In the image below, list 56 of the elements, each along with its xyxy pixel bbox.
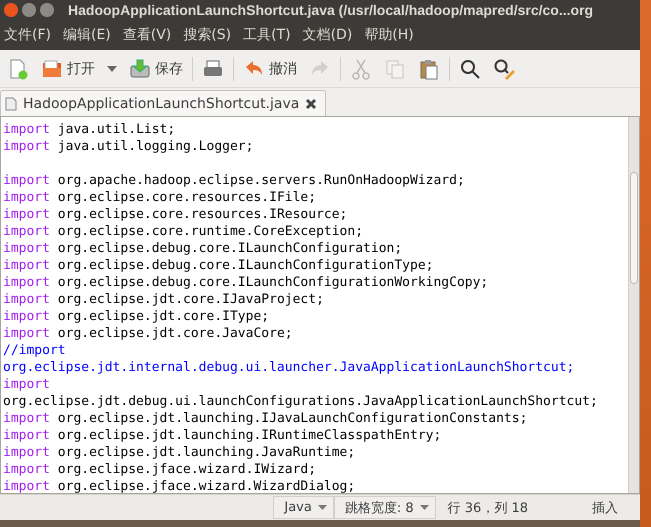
code-line: import java.util.logging.Logger; [3,138,254,155]
folder-icon [41,58,63,80]
open-menu-button[interactable] [104,64,120,74]
undo-button[interactable]: 撤消 [240,56,300,82]
tab-label: HadoopApplicationLaunchShortcut.java [23,96,300,112]
code-line: import java.util.List; [3,121,176,138]
scissors-icon [350,58,372,80]
scrollbar[interactable] [628,117,639,493]
window-title: HadoopApplicationLaunchShortcut.java (/usr/local/hadoop/mapred/src/co...org [68,2,594,18]
cursor-position: 行 36，列 18 [446,500,529,516]
save-button[interactable]: 保存 [126,56,186,82]
code-line: import org.eclipse.debug.core.ILaunchConfigurationType; [3,257,434,274]
menu-item[interactable]: 搜索(S) [179,26,240,44]
document-icon [5,96,17,110]
menu-item[interactable]: 文件(F) [0,26,59,44]
copy-icon [384,58,406,80]
code-line: org.eclipse.jdt.debug.ui.launchConfigurations.JavaApplicationLaunchShortcut; [3,393,599,410]
code-line: import org.eclipse.jface.wizard.WizardDialog; [3,478,356,493]
code-line: import org.eclipse.core.resources.IFile; [3,189,318,206]
minimize-button[interactable] [22,3,36,17]
search-icon [459,58,481,80]
clipboard-icon [418,58,440,80]
close-button[interactable] [4,3,18,17]
caret-icon [318,505,327,510]
menu-item[interactable]: 文档(D) [298,26,360,44]
code-line: import org.eclipse.debug.core.ILaunchConfiguration; [3,240,404,257]
maximize-button[interactable] [40,3,54,17]
menu-item[interactable]: 工具(T) [239,26,299,44]
caret-icon [420,505,429,510]
code-line: import org.eclipse.jdt.core.IJavaProject; [3,291,325,308]
tab-width-dropdown[interactable]: 跳格宽度: 8 [334,496,436,519]
code-line: import org.eclipse.jdt.core.IType; [3,308,270,325]
menu-item[interactable]: 编辑(E) [58,26,119,44]
menu-item[interactable]: 帮助(H) [360,26,422,44]
file-tab[interactable]: HadoopApplicationLaunchShortcut.java [0,90,326,116]
code-comment: //import [3,342,67,359]
code-line: import org.eclipse.jdt.launching.IRuntimeClasspathEntry; [3,427,442,444]
code-comment: org.eclipse.jdt.internal.debug.ui.launcher.JavaApplicationLaunchShortcut; [3,359,576,376]
code-line: import org.eclipse.jdt.launching.IJavaLaunchConfigurationConstants; [3,410,528,427]
code-line: import org.eclipse.core.runtime.CoreException; [3,223,364,240]
code-line: import org.eclipse.jdt.core.JavaCore; [3,325,294,342]
find-replace-icon [493,58,515,80]
caret-icon [107,66,117,72]
close-icon[interactable] [305,98,318,110]
code-line: import org.apache.hadoop.eclipse.servers.RunOnHadoopWizard; [3,172,466,189]
menu-item[interactable]: 查看(V) [118,26,180,44]
code-editor[interactable] [0,116,640,494]
code-line: import org.eclipse.debug.core.ILaunchConfigurationWorkingCopy; [3,274,490,291]
code-line: import org.eclipse.jdt.launching.JavaRuntime; [3,444,356,461]
insert-mode: 插入 [591,500,619,516]
code-line: import org.eclipse.core.resources.IResource; [3,206,348,223]
open-button[interactable]: 打开 [38,56,98,82]
code-line: import org.eclipse.jface.wizard.IWizard; [3,461,318,478]
save-icon [129,58,151,80]
language-dropdown[interactable]: Java [273,496,334,519]
code-line: import [3,376,51,393]
